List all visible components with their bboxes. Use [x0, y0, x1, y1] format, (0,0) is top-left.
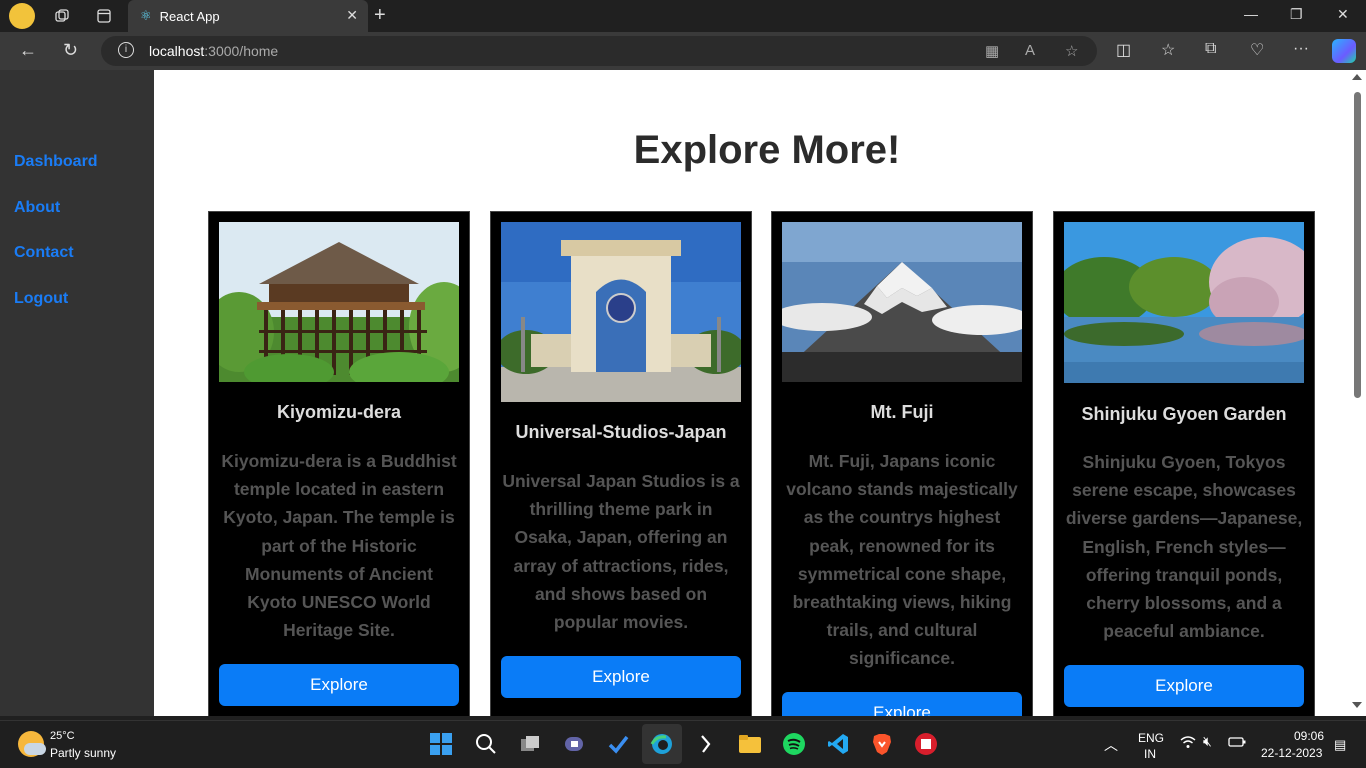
weather-temperature[interactable]: 25°C	[50, 730, 75, 742]
close-tab-icon[interactable]: ✕	[346, 7, 358, 24]
scroll-down-icon[interactable]	[1352, 702, 1362, 708]
weather-cloud-icon	[24, 743, 46, 755]
brave-browser-icon[interactable]	[869, 731, 895, 757]
card-image	[1064, 222, 1304, 383]
back-icon[interactable]: ←	[19, 40, 37, 61]
page-title: Explore More!	[633, 128, 901, 172]
place-card-shinjuku-gyoen-garden: Shinjuku Gyoen Garden Shinjuku Gyoen, To…	[1053, 211, 1315, 716]
web-page: Dashboard About Contact Logout Explore M…	[0, 70, 1366, 716]
card-image	[782, 222, 1022, 382]
collections-icon[interactable]: ⧉	[1205, 40, 1216, 58]
react-logo-icon: ⚛	[140, 8, 152, 23]
windows-taskbar: 25°C Partly sunny ︿ ENG IN 🔇︎ 09:06 22-1…	[0, 720, 1366, 768]
clock-time[interactable]: 09:06	[1294, 729, 1324, 743]
new-tab-icon[interactable]: +	[374, 4, 386, 27]
card-description: Shinjuku Gyoen, Tokyos serene escape, sh…	[1065, 452, 1303, 642]
place-card-kiyomizu-dera: Kiyomizu-dera Kiyomizu-dera is a Buddhis…	[208, 211, 470, 716]
battery-icon[interactable]	[1228, 736, 1246, 751]
tab-actions-icon[interactable]	[92, 4, 116, 28]
wifi-icon[interactable]	[1180, 735, 1196, 752]
tab-react-app[interactable]: ⚛ React App ✕	[128, 0, 368, 32]
card-title: Universal-Studios-Japan	[515, 422, 727, 442]
clock-date[interactable]: 22-12-2023	[1261, 746, 1322, 760]
scroll-thumb[interactable]	[1354, 92, 1361, 398]
split-screen-icon[interactable]: ◫	[1116, 40, 1131, 60]
address-bar[interactable]: i localhost:3000/home ▦ A ☆	[101, 36, 1097, 66]
search-icon[interactable]	[473, 731, 499, 757]
tab-title: React App	[159, 8, 220, 24]
show-hidden-icons-icon[interactable]: ︿	[1104, 735, 1118, 755]
teams-chat-icon[interactable]	[561, 731, 587, 757]
notifications-icon[interactable]: ▤	[1334, 737, 1346, 753]
vscode-icon[interactable]	[825, 731, 851, 757]
sidebar-item-logout[interactable]: Logout	[14, 290, 68, 308]
card-description: Mt. Fuji, Japans iconic volcano stands m…	[786, 451, 1018, 669]
favorites-icon[interactable]: ☆	[1161, 40, 1175, 60]
explore-button[interactable]: Explore	[219, 664, 459, 706]
browser-title-bar: ⚛ React App ✕ + — ❐ ✕	[0, 0, 1366, 32]
language-indicator[interactable]: ENG	[1138, 731, 1164, 745]
sidebar: Dashboard About Contact Logout	[0, 70, 154, 716]
restore-icon[interactable]: ❐	[1290, 6, 1303, 23]
explore-button[interactable]: Explore	[501, 656, 741, 698]
minimize-icon[interactable]: —	[1244, 6, 1258, 22]
place-card-mt-fuji: Mt. Fuji Mt. Fuji, Japans iconic volcano…	[771, 211, 1033, 716]
read-aloud-icon[interactable]: A	[1025, 42, 1035, 59]
card-title: Mt. Fuji	[870, 402, 934, 422]
edge-browser-icon[interactable]	[642, 724, 682, 764]
red-app-icon[interactable]	[913, 731, 939, 757]
page-scrollbar[interactable]	[1348, 70, 1366, 716]
main-content: Explore More! Kiyomizu-dera Kiyomizu-der…	[154, 70, 1348, 716]
task-view-icon[interactable]	[517, 731, 543, 757]
card-image	[219, 222, 459, 382]
card-description: Kiyomizu-dera is a Buddhist temple locat…	[221, 451, 457, 641]
spotify-icon[interactable]	[781, 731, 807, 757]
site-info-icon[interactable]: i	[118, 42, 134, 58]
browser-toolbar: ← ↻ i localhost:3000/home ▦ A ☆ ◫ ☆ ⧉ ♡ …	[0, 32, 1366, 70]
todo-app-icon[interactable]	[605, 731, 631, 757]
close-window-icon[interactable]: ✕	[1337, 6, 1349, 23]
profile-avatar[interactable]	[9, 3, 35, 29]
app-available-icon[interactable]: ▦	[985, 42, 999, 60]
explore-button[interactable]: Explore	[782, 692, 1022, 716]
place-card-universal-studios-japan: Universal-Studios-Japan Universal Japan …	[490, 211, 752, 716]
terminal-app-icon[interactable]	[693, 731, 719, 757]
file-explorer-icon[interactable]	[737, 731, 763, 757]
more-menu-icon[interactable]: ···	[1293, 40, 1309, 58]
explore-button[interactable]: Explore	[1064, 665, 1304, 707]
windows-start-icon[interactable]	[428, 731, 454, 757]
copilot-icon[interactable]	[1332, 39, 1356, 63]
workspaces-icon[interactable]	[50, 4, 74, 28]
language-region[interactable]: IN	[1144, 747, 1156, 761]
favorite-star-icon[interactable]: ☆	[1065, 42, 1078, 60]
url-text[interactable]: localhost:3000/home	[149, 43, 278, 59]
sidebar-item-about[interactable]: About	[14, 199, 60, 217]
sidebar-item-contact[interactable]: Contact	[14, 244, 74, 262]
refresh-icon[interactable]: ↻	[63, 40, 78, 61]
weather-description[interactable]: Partly sunny	[50, 746, 116, 760]
sidebar-item-dashboard[interactable]: Dashboard	[14, 153, 98, 171]
card-title: Kiyomizu-dera	[276, 402, 402, 422]
volume-muted-icon[interactable]: 🔇︎	[1203, 733, 1212, 750]
scroll-up-icon[interactable]	[1352, 74, 1362, 80]
card-image	[501, 222, 741, 402]
card-description: Universal Japan Studios is a thrilling t…	[502, 471, 740, 633]
card-title: Shinjuku Gyoen Garden	[1081, 404, 1287, 424]
browser-essentials-icon[interactable]: ♡	[1250, 40, 1264, 60]
